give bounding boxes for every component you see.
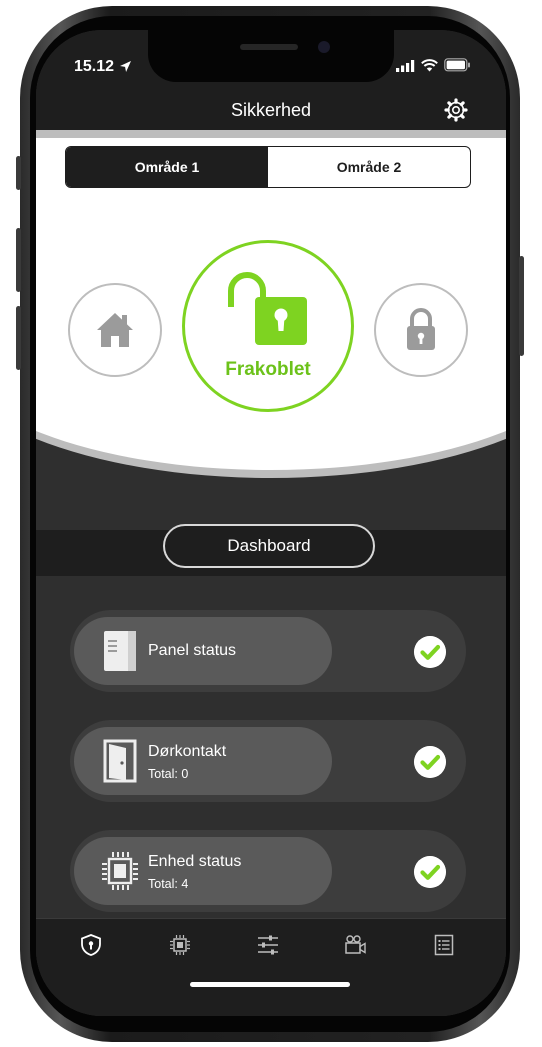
check-icon xyxy=(414,636,446,668)
battery-icon xyxy=(444,58,470,72)
chip-icon xyxy=(102,852,138,890)
volume-up-button xyxy=(16,228,21,292)
status-bar: 15.12 xyxy=(36,30,506,82)
tab-area-2[interactable]: Område 2 xyxy=(268,147,470,187)
home-indicator[interactable] xyxy=(190,982,350,987)
status-card-device[interactable]: Enhed status Total: 4 xyxy=(70,830,466,912)
area-tabs: Område 1 Område 2 xyxy=(65,146,471,188)
arm-away-button[interactable] xyxy=(374,283,468,377)
dashboard-button[interactable]: Dashboard xyxy=(163,524,375,568)
speaker-grille xyxy=(240,44,298,50)
list-icon[interactable] xyxy=(432,933,456,957)
disarm-status-button[interactable]: Frakoblet xyxy=(182,240,354,412)
page-title: Sikkerhed xyxy=(230,100,312,120)
card-title: Panel status xyxy=(148,642,237,659)
card-title: Dørkontakt xyxy=(148,743,227,760)
sliders-icon[interactable] xyxy=(256,933,280,957)
app-screen: 15.12 Sikkerhed Område 1 Område 2 Frakob… xyxy=(36,30,506,1016)
home-icon xyxy=(97,313,133,347)
check-icon xyxy=(414,746,446,778)
status-card-inner: Dørkontakt Total: 0 xyxy=(74,727,332,795)
status-time: 15.12 xyxy=(74,58,115,75)
location-arrow-icon xyxy=(120,61,131,72)
status-card-door[interactable]: Dørkontakt Total: 0 xyxy=(70,720,466,802)
card-subtitle: Total: 4 xyxy=(148,877,189,891)
app-header: Sikkerhed xyxy=(36,82,506,138)
chip-icon[interactable] xyxy=(168,933,192,957)
notch xyxy=(148,30,394,82)
padlock-icon xyxy=(407,308,435,350)
wifi-icon xyxy=(421,59,438,72)
shield-icon[interactable] xyxy=(79,933,103,957)
check-icon xyxy=(414,856,446,888)
door-icon xyxy=(103,739,137,783)
arm-home-button[interactable] xyxy=(68,283,162,377)
volume-down-button xyxy=(16,306,21,370)
video-camera-icon[interactable] xyxy=(343,933,367,957)
disarm-status-label: Frakoblet xyxy=(225,359,311,380)
card-title: Enhed status xyxy=(148,853,242,870)
silent-switch xyxy=(16,156,21,190)
front-camera xyxy=(318,41,330,53)
card-subtitle: Total: 0 xyxy=(148,767,189,781)
status-card-inner: Enhed status Total: 4 xyxy=(74,837,332,905)
gear-icon[interactable] xyxy=(444,98,468,122)
panel-icon xyxy=(104,631,136,671)
unlocked-padlock-icon xyxy=(228,272,307,345)
power-button xyxy=(519,256,524,356)
status-card-inner: Panel status xyxy=(74,617,332,685)
bottom-tab-bar xyxy=(36,918,506,1016)
signal-icon xyxy=(396,60,415,72)
status-card-panel[interactable]: Panel status xyxy=(70,610,466,692)
tab-area-1[interactable]: Område 1 xyxy=(66,147,268,187)
